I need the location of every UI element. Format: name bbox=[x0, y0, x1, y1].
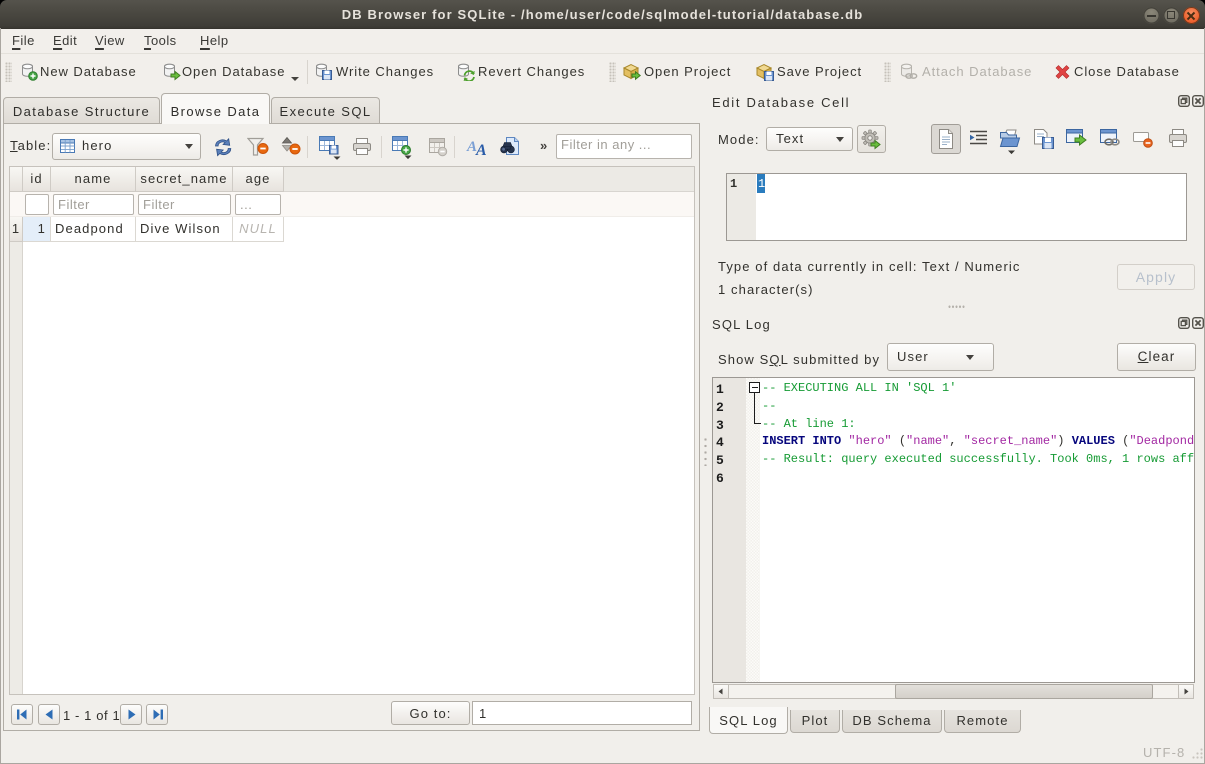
svg-text:A: A bbox=[475, 142, 488, 158]
